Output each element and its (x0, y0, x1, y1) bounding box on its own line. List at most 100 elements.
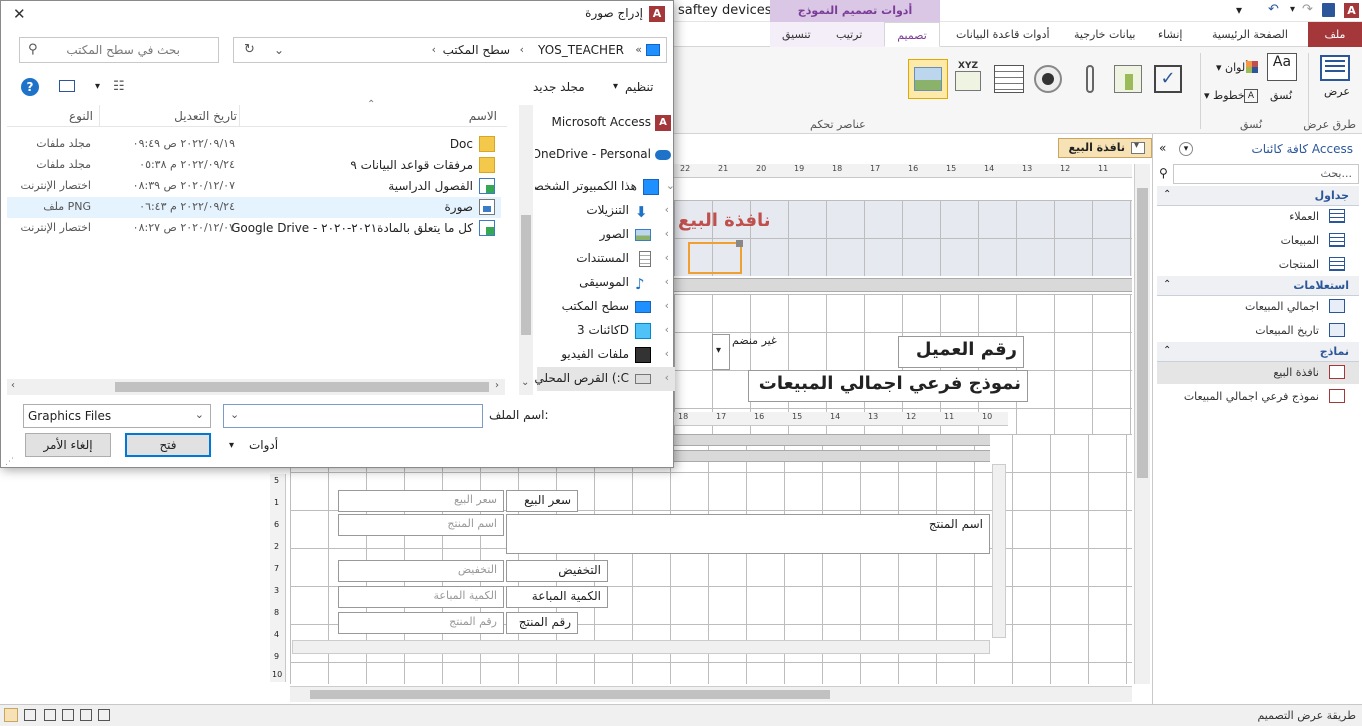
view-options-icon[interactable]: ☷ (113, 79, 125, 94)
chevron-down-icon[interactable]: ⌄ (666, 179, 675, 192)
chevron-left-icon[interactable]: ‹ (665, 203, 669, 216)
close-doc-icon[interactable]: ▾ (1134, 140, 1139, 151)
list-box-control-icon[interactable] (990, 61, 1026, 97)
address-bar[interactable]: « YOS_TEACHER ‹ سطح المكتب ‹ ⌄ ↻ (233, 37, 667, 63)
themes-button[interactable]: Aa نُسق (1264, 51, 1304, 107)
tab-database-tools[interactable]: أدوات قاعدة البيانات (950, 22, 1056, 47)
fonts-button[interactable]: ▾ خطوط (1204, 89, 1245, 102)
combo-dropdown-icon[interactable]: ▾ (712, 334, 730, 370)
tab-design[interactable]: تصميم (884, 22, 940, 47)
tab-create[interactable]: إنشاء (1152, 22, 1188, 47)
customer-number-label[interactable]: رقم العميل (898, 336, 1024, 368)
subform-field-quantity[interactable]: الكمية المباعة (338, 586, 504, 608)
tree-item-videos[interactable]: ‹ ملفات الفيديو (537, 343, 675, 367)
tree-vertical-scrollbar[interactable]: ⌄ (519, 105, 533, 395)
nav-category-forms[interactable]: نماذج ⌃ (1157, 342, 1359, 362)
tab-external-data[interactable]: بيانات خارجية (1068, 22, 1141, 47)
design-view-icon[interactable] (4, 708, 18, 722)
close-icon[interactable]: ✕ (13, 5, 26, 23)
chevron-left-icon[interactable]: ‹ (665, 251, 669, 264)
view-button[interactable]: عرض (1316, 51, 1356, 103)
save-icon[interactable] (1322, 3, 1335, 17)
scroll-thumb[interactable] (521, 215, 531, 335)
tree-item-music[interactable]: ‹ ♪ الموسيقى (537, 271, 675, 295)
nav-pane-menu-icon[interactable]: ▾ (1179, 142, 1193, 156)
undo-icon[interactable]: ↶ (1268, 2, 1279, 17)
subform-field-price[interactable]: سعر البيع (338, 490, 504, 512)
chart-xyz-control-icon[interactable]: XYZ (950, 61, 986, 97)
search-input[interactable]: بحث في سطح المكتب ⚲ (19, 37, 219, 63)
tree-item-this-pc[interactable]: ⌄ هذا الكمبيوتر الشخصي (535, 175, 675, 199)
file-type-filter-select[interactable]: Graphics Files ⌄ (23, 404, 211, 428)
unbound-combo-text[interactable]: غير منضم (732, 334, 777, 347)
tree-item-3d-objects[interactable]: ‹ كائنات 3D (537, 319, 675, 343)
image-placeholder-control[interactable] (688, 242, 742, 274)
column-divider[interactable] (99, 105, 100, 127)
tab-file[interactable]: ملف (1308, 22, 1362, 47)
file-row[interactable]: الفصول الدراسية ٢٠٢٠/١٢/٠٧ ص ٠٨:٣٩ اختصا… (7, 176, 501, 197)
column-name[interactable]: الاسم (469, 109, 497, 123)
cancel-button[interactable]: إلغاء الأمر (25, 433, 111, 457)
subform-field-product-number[interactable]: رقم المنتج (338, 612, 504, 634)
column-type[interactable]: النوع (69, 109, 93, 123)
tree-item-desktop[interactable]: ‹ سطح المكتب (537, 295, 675, 319)
nav-category-tables[interactable]: جداول ⌃ (1157, 186, 1359, 206)
breadcrumb-item[interactable]: YOS_TEACHER (538, 43, 624, 57)
chevron-down-icon[interactable]: ⌄ (230, 408, 239, 421)
nav-item-customers[interactable]: العملاء (1157, 206, 1359, 228)
tree-item-documents[interactable]: ‹ المستندات (537, 247, 675, 271)
redo-icon[interactable]: ↷ (1302, 2, 1313, 17)
scroll-left-icon[interactable]: ‹ (11, 380, 15, 391)
file-row-selected[interactable]: صورة ٢٠٢٢/٠٩/٢٤ م ٠٦:٤٣ ملف PNG (7, 197, 501, 218)
refresh-icon[interactable]: ↻ (244, 42, 255, 57)
organize-button[interactable]: تنظيم (625, 80, 653, 94)
attachment-control-icon[interactable] (1072, 61, 1108, 97)
tab-arrange[interactable]: ترتيب (830, 22, 868, 47)
scroll-down-icon[interactable]: ⌄ (521, 377, 529, 388)
main-vertical-scrollbar[interactable] (1134, 164, 1150, 684)
tree-item-downloads[interactable]: ‹ ⬇ التنزيلات (537, 199, 675, 223)
insert-image-control-icon[interactable] (908, 59, 948, 99)
chart-control-icon[interactable] (1110, 61, 1146, 97)
colors-button[interactable]: ▾ ألوان (1216, 61, 1248, 74)
subform-field-product-name[interactable]: اسم المنتج (338, 514, 504, 536)
chevron-down-icon[interactable]: ⌄ (274, 43, 284, 57)
column-divider[interactable] (239, 105, 240, 127)
subform-label-discount[interactable]: التخفيض (506, 560, 608, 582)
subform-label-quantity[interactable]: الكمية المباعة (506, 586, 608, 608)
checkbox-control-icon[interactable]: ✓ (1150, 61, 1186, 97)
filename-input[interactable]: ⌄ (223, 404, 483, 428)
form-view-icon[interactable] (24, 709, 36, 721)
tree-item-microsoft-access[interactable]: A Microsoft Access (537, 111, 675, 135)
tree-item-local-disk[interactable]: ‹ القرص المحلي (:C (535, 367, 675, 391)
chevron-left-icon[interactable]: ‹ (665, 323, 669, 336)
view-options-dropdown-icon[interactable]: ▾ (95, 81, 100, 92)
datasheet-view-icon[interactable] (44, 709, 56, 721)
scroll-thumb[interactable] (310, 690, 830, 699)
tools-button[interactable]: أدوات (249, 438, 278, 452)
breadcrumb-item[interactable]: سطح المكتب (443, 43, 510, 57)
resize-grip-icon[interactable]: ⋰ (5, 457, 14, 467)
subform-label-price[interactable]: سعر البيع (506, 490, 578, 512)
file-row[interactable]: مرفقات قواعد البيانات ٩ ٢٠٢٢/٠٩/٢٤ م ٠٥:… (7, 155, 501, 176)
nav-item-sale-window[interactable]: نافذة البيع (1157, 362, 1359, 384)
tree-item-onedrive[interactable]: OneDrive - Personal (535, 143, 675, 167)
new-folder-button[interactable]: مجلد جديد (533, 80, 585, 94)
column-date[interactable]: تاريخ التعديل (174, 109, 237, 123)
detail-section-bar[interactable] (674, 278, 1132, 292)
layout-view-icon[interactable] (62, 709, 74, 721)
nav-item-products[interactable]: المنتجات (1157, 254, 1359, 276)
tree-item-pictures[interactable]: ‹ الصور (537, 223, 675, 247)
subform-horizontal-scrollbar[interactable] (292, 640, 990, 654)
chart-view-icon[interactable] (98, 709, 110, 721)
resize-handle[interactable] (736, 240, 743, 247)
scroll-thumb[interactable] (1137, 188, 1148, 478)
breadcrumb-overflow-icon[interactable]: « (635, 43, 642, 56)
option-button-control-icon[interactable] (1030, 61, 1066, 97)
subform-label-product-number[interactable]: رقم المنتج (506, 612, 578, 634)
pivot-view-icon[interactable] (80, 709, 92, 721)
nav-search-input[interactable]: بحث... (1173, 164, 1359, 184)
nav-item-sales-date[interactable]: تاريخ المبيعات (1157, 320, 1359, 342)
undo-dropdown-icon[interactable]: ▾ (1290, 4, 1295, 15)
file-row[interactable]: Google Drive - كل ما يتعلق بالمادة٢٠٢١-٢… (7, 218, 501, 239)
